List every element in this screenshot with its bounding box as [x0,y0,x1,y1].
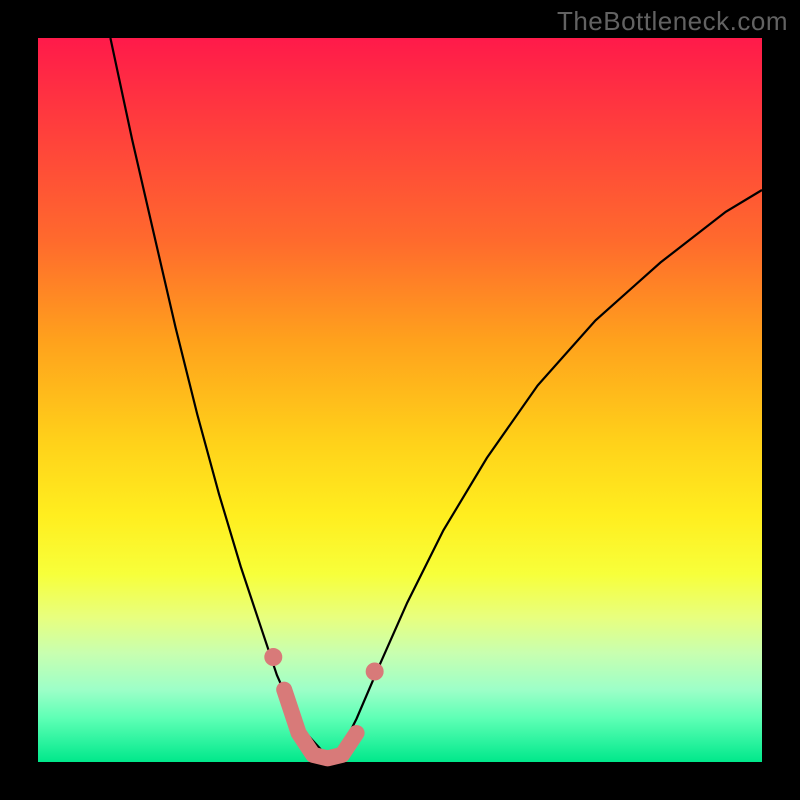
left-branch-curve [110,38,331,762]
right-outlier-marker [366,663,384,681]
attribution-text: TheBottleneck.com [557,6,788,37]
plot-area [38,38,762,762]
left-outlier-marker [264,648,282,666]
right-branch-curve [331,190,762,762]
curve-layer [38,38,762,762]
chart-container: TheBottleneck.com [0,0,800,800]
